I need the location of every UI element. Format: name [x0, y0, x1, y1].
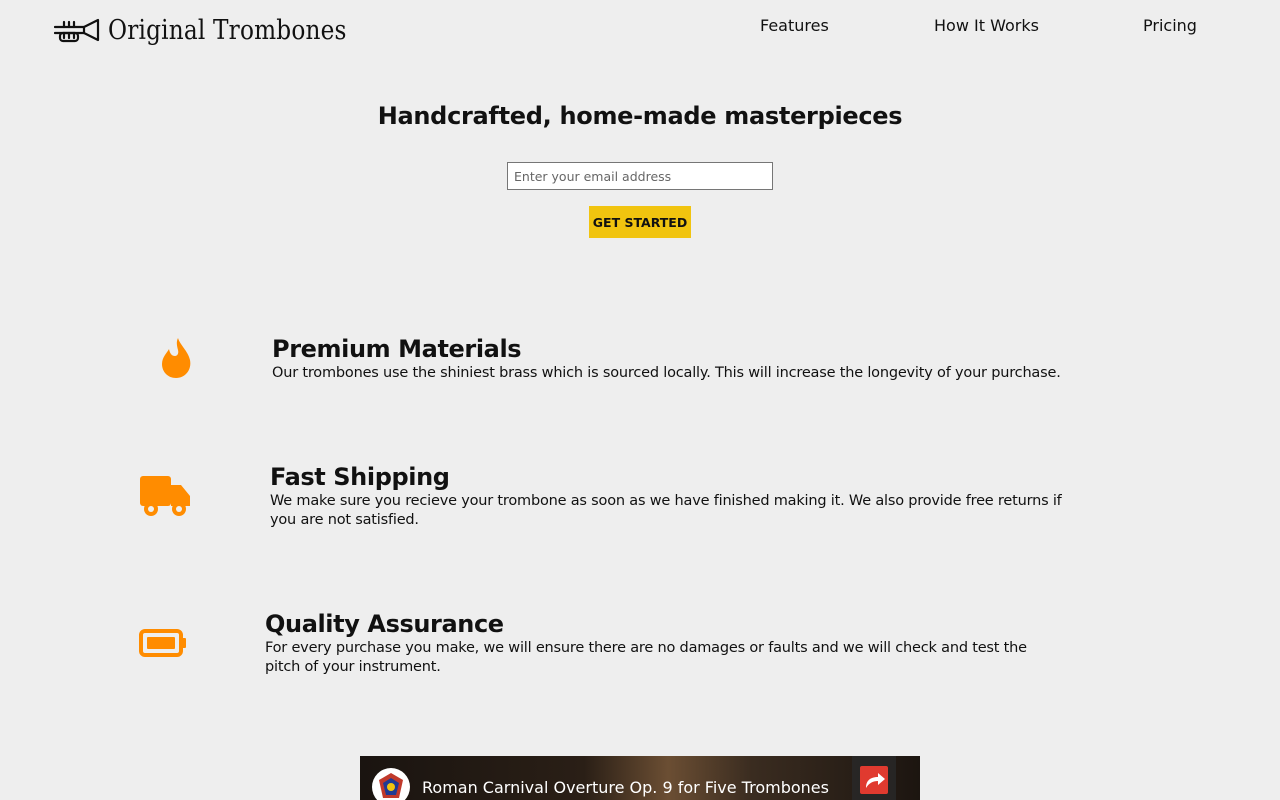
video-title[interactable]: Roman Carnival Overture Op. 9 for Five T… — [422, 778, 829, 798]
video-player[interactable]: Roman Carnival Overture Op. 9 for Five T… — [360, 756, 920, 800]
feature-description: We make sure you recieve your trombone a… — [270, 493, 1062, 528]
feature-description: Our trombones use the shiniest brass whi… — [272, 365, 1061, 381]
share-icon[interactable] — [852, 756, 896, 800]
hero-title: Handcrafted, home-made masterpieces — [377, 102, 903, 130]
battery-icon — [139, 629, 187, 661]
nav-link-pricing[interactable]: Pricing — [1143, 16, 1197, 36]
channel-logo-icon[interactable] — [372, 768, 410, 800]
logo-text: Original Trombones — [108, 15, 347, 46]
nav-link-how-it-works[interactable]: How It Works — [934, 16, 1039, 36]
feature-title: Quality Assurance — [265, 610, 504, 638]
nav-link-features[interactable]: Features — [760, 16, 829, 36]
feature-description: For every purchase you make, we will ens… — [265, 640, 1027, 675]
feature-title: Fast Shipping — [270, 463, 450, 491]
site-header: Original Trombones Features How It Works… — [0, 0, 1280, 62]
truck-icon — [139, 475, 191, 521]
fire-icon — [160, 337, 194, 383]
brand-logo[interactable]: Original Trombones — [54, 14, 385, 48]
email-input[interactable] — [507, 162, 773, 190]
feature-title: Premium Materials — [272, 335, 522, 363]
trumpet-icon — [54, 17, 100, 45]
get-started-button[interactable]: GET STARTED — [589, 206, 691, 238]
